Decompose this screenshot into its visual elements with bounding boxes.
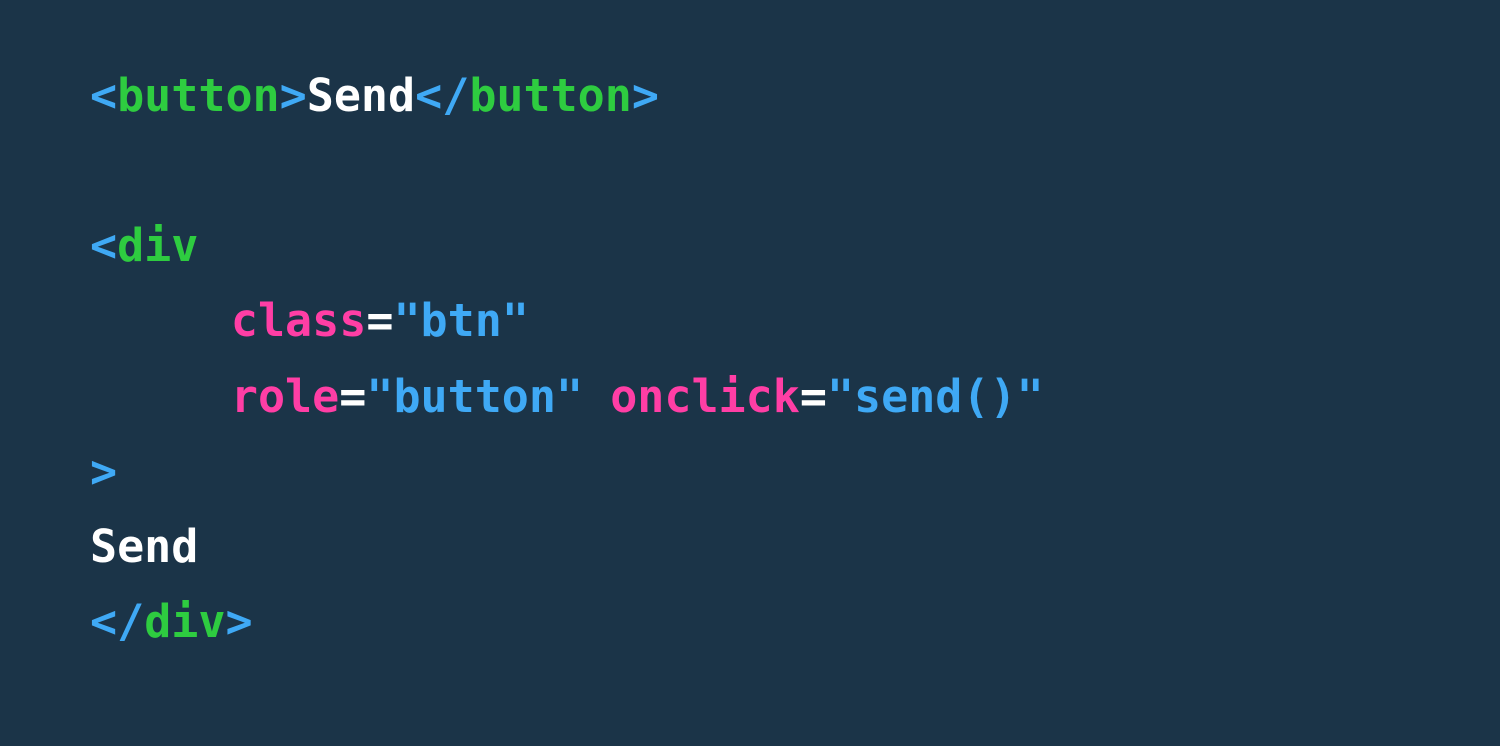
quote: " bbox=[556, 370, 583, 423]
angle-bracket: > bbox=[90, 445, 117, 498]
code-line: role="button" onclick="send()" bbox=[90, 370, 1044, 423]
text-content: Send bbox=[90, 520, 198, 573]
attr-value: btn bbox=[421, 294, 502, 347]
code-block: <button>Send</button> <div class="btn" r… bbox=[0, 0, 1500, 717]
slash: / bbox=[117, 595, 144, 648]
code-line: > bbox=[90, 445, 117, 498]
quote: " bbox=[366, 370, 393, 423]
angle-bracket: > bbox=[632, 69, 659, 122]
slash: / bbox=[442, 69, 469, 122]
angle-bracket: < bbox=[90, 219, 117, 272]
angle-bracket: > bbox=[225, 595, 252, 648]
tag-name: div bbox=[117, 219, 198, 272]
angle-bracket: < bbox=[415, 69, 442, 122]
tag-name: button bbox=[469, 69, 632, 122]
tag-name: button bbox=[117, 69, 280, 122]
code-line: </div> bbox=[90, 595, 253, 648]
angle-bracket: > bbox=[280, 69, 307, 122]
quote: " bbox=[1017, 370, 1044, 423]
code-line: <button>Send</button> bbox=[90, 69, 659, 122]
attr-value: button bbox=[393, 370, 556, 423]
equals: = bbox=[800, 370, 827, 423]
code-line: <div bbox=[90, 219, 198, 272]
equals: = bbox=[366, 294, 393, 347]
text-content: Send bbox=[307, 69, 415, 122]
quote: " bbox=[827, 370, 854, 423]
angle-bracket: < bbox=[90, 595, 117, 648]
equals: = bbox=[339, 370, 366, 423]
code-line: class="btn" bbox=[90, 294, 529, 347]
attr-name: class bbox=[231, 294, 366, 347]
angle-bracket: < bbox=[90, 69, 117, 122]
attr-value: send() bbox=[854, 370, 1017, 423]
attr-name: onclick bbox=[610, 370, 800, 423]
quote: " bbox=[393, 294, 420, 347]
quote: " bbox=[502, 294, 529, 347]
tag-name: div bbox=[144, 595, 225, 648]
code-line: Send bbox=[90, 520, 198, 573]
attr-name: role bbox=[231, 370, 339, 423]
space bbox=[583, 370, 610, 423]
